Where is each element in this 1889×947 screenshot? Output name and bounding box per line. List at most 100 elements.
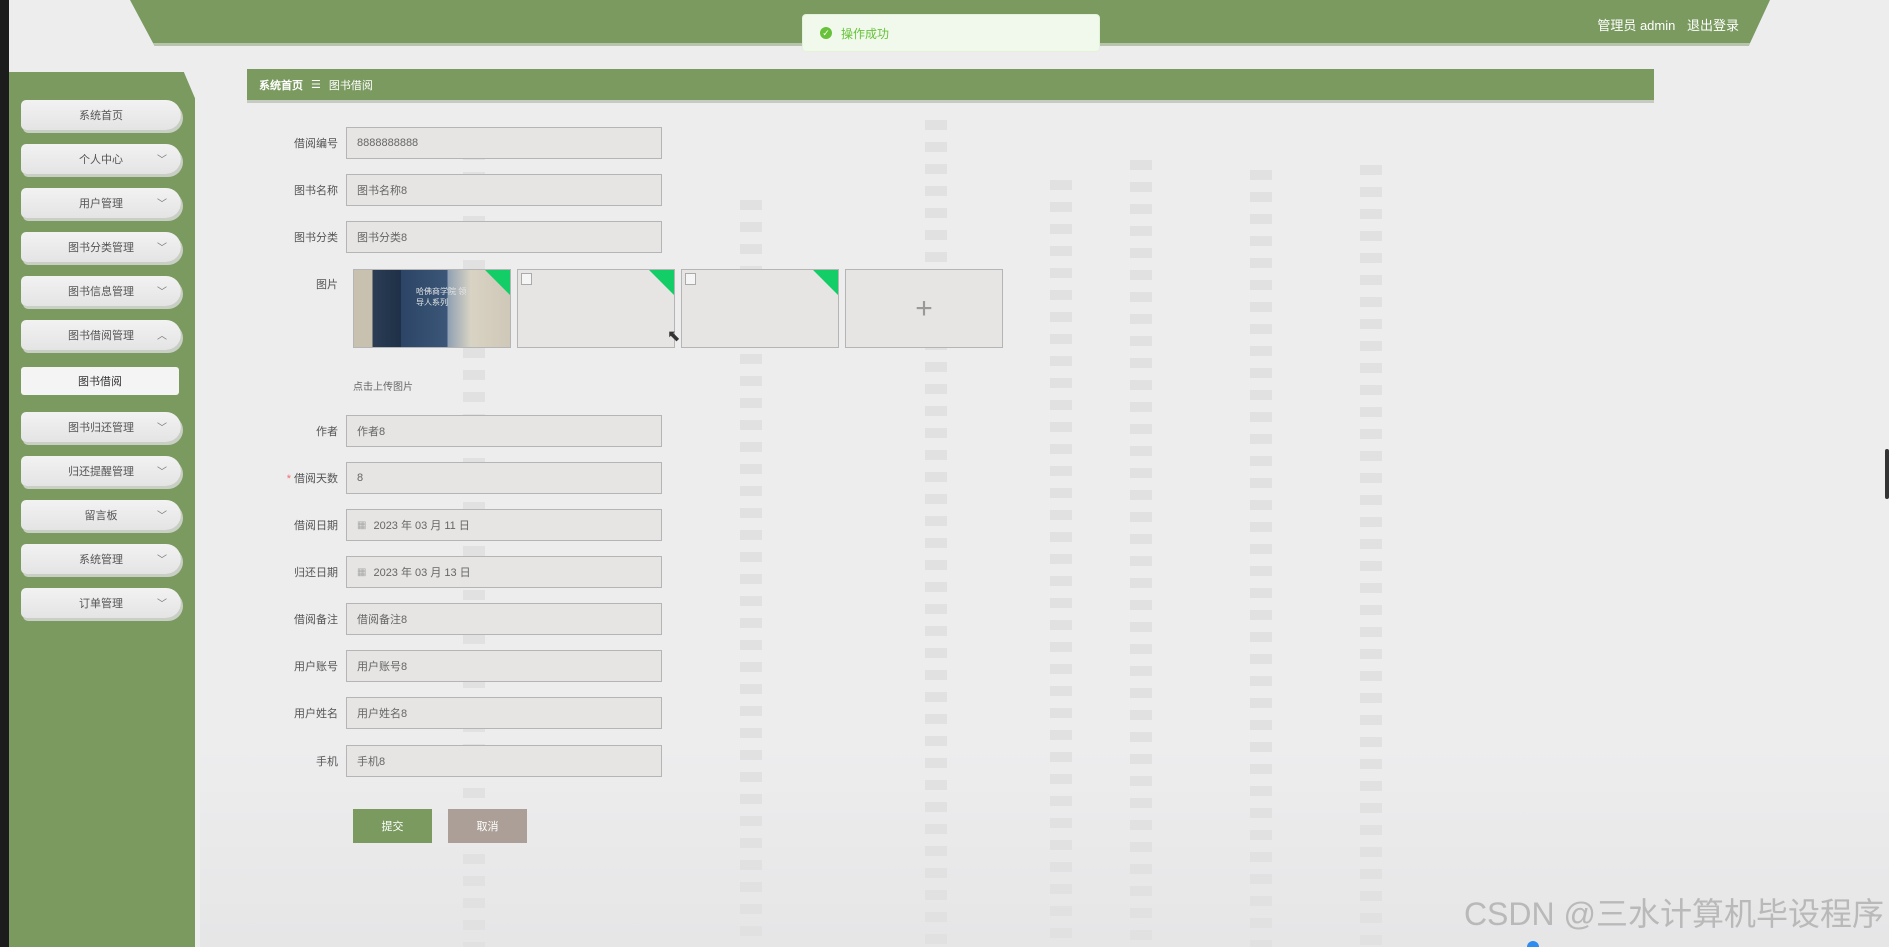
required-mark: *	[286, 473, 291, 485]
return-date-picker[interactable]: ▦ 2023 年 03 月 13 日	[346, 556, 662, 588]
sidebar-item-label: 系统首页	[79, 110, 123, 122]
calendar-icon: ▦	[357, 566, 367, 578]
breadcrumb-separator-icon: ☰	[311, 79, 321, 91]
sidebar-item-book-info[interactable]: 图书信息管理 ﹀	[21, 276, 181, 306]
chevron-down-icon: ﹀	[157, 467, 167, 478]
uploaded-image-3[interactable]	[681, 269, 839, 348]
sidebar-item-label: 图书归还管理	[68, 422, 134, 434]
borrow-note-label: 借阅备注	[294, 614, 338, 626]
borrow-note-input[interactable]: 借阅备注8	[346, 603, 662, 635]
form-row-borrow-no: 借阅编号 8888888888	[260, 127, 662, 159]
sidebar-item-label: 系统管理	[79, 554, 123, 566]
sidebar-item-label: 图书信息管理	[68, 286, 134, 298]
window-edge	[0, 0, 9, 947]
images-label: 图片	[316, 279, 338, 291]
form-row-borrow-days: * 借阅天数 8	[260, 462, 662, 494]
broken-image-icon	[521, 273, 532, 285]
book-category-label: 图书分类	[294, 232, 338, 244]
borrow-days-label: * 借阅天数	[260, 470, 346, 486]
sidebar-item-profile[interactable]: 个人中心 ﹀	[21, 144, 181, 174]
chevron-down-icon: ﹀	[157, 555, 167, 566]
plus-icon: +	[915, 291, 933, 325]
uploaded-image-2[interactable]	[517, 269, 675, 348]
watermark: CSDN @三水计算机毕设程序	[1463, 896, 1884, 932]
chevron-down-icon: ﹀	[157, 599, 167, 610]
sidebar: 系统首页 个人中心 ﹀ 用户管理 ﹀ 图书分类管理 ﹀ 图书信息管理 ﹀ 图书借…	[9, 72, 195, 947]
form-row-borrow-note: 借阅备注 借阅备注8	[260, 603, 662, 635]
breadcrumb-current: 图书借阅	[328, 79, 373, 92]
borrow-date-label: 借阅日期	[294, 520, 338, 532]
author-label: 作者	[316, 426, 338, 438]
sidebar-item-label: 留言板	[84, 510, 118, 522]
book-name-label: 图书名称	[294, 185, 338, 197]
user-name-label: 用户姓名	[294, 708, 338, 720]
admin-label: 管理员 admin	[1597, 18, 1676, 33]
phone-input[interactable]: 手机8	[346, 745, 662, 777]
book-cover-image	[354, 270, 510, 347]
borrow-date-picker[interactable]: ▦ 2023 年 03 月 11 日	[346, 509, 662, 541]
phone-label: 手机	[316, 756, 338, 768]
sidebar-item-label: 个人中心	[79, 154, 123, 166]
chevron-down-icon: ﹀	[157, 511, 167, 522]
user-account-input[interactable]: 用户账号8	[346, 650, 662, 682]
borrow-no-input[interactable]: 8888888888	[346, 127, 662, 159]
check-circle-icon: ✓	[820, 27, 832, 39]
user-name-input[interactable]: 用户姓名8	[346, 697, 662, 729]
sidebar-item-book-category[interactable]: 图书分类管理 ﹀	[21, 232, 181, 262]
sidebar-item-label: 归还提醒管理	[68, 466, 134, 478]
chevron-down-icon: ﹀	[157, 199, 167, 210]
sidebar-item-label: 用户管理	[79, 198, 123, 210]
form-row-book-name: 图书名称 图书名称8	[260, 174, 662, 206]
submit-button[interactable]: 提交	[353, 809, 432, 843]
borrow-no-label: 借阅编号	[294, 138, 338, 150]
borrow-date-value: 2023 年 03 月 11 日	[373, 520, 470, 532]
header-user-area: 管理员 admin 退出登录	[1589, 15, 1739, 34]
sidebar-item-orders[interactable]: 订单管理 ﹀	[21, 588, 181, 618]
cancel-button[interactable]: 取消	[448, 809, 527, 843]
sidebar-item-return-management[interactable]: 图书归还管理 ﹀	[21, 412, 181, 442]
mouse-cursor-icon: ⬉	[667, 328, 681, 345]
scrollbar-handle[interactable]	[1885, 449, 1889, 499]
book-cover-text: 哈佛商学院 领导人系列	[416, 287, 467, 307]
chevron-down-icon: ﹀	[157, 155, 167, 166]
user-account-label: 用户账号	[294, 661, 338, 673]
calendar-icon: ▦	[357, 519, 367, 531]
form-row-return-date: 归还日期 ▦ 2023 年 03 月 13 日	[260, 556, 662, 588]
sidebar-item-label: 图书借阅	[78, 376, 122, 388]
add-image-button[interactable]: +	[845, 269, 1003, 348]
sidebar-item-system[interactable]: 系统管理 ﹀	[21, 544, 181, 574]
logout-link[interactable]: 退出登录	[1687, 18, 1739, 33]
chevron-down-icon: ﹀	[157, 287, 167, 298]
upload-success-flag	[647, 270, 674, 297]
sidebar-item-reminder[interactable]: 归还提醒管理 ﹀	[21, 456, 181, 486]
breadcrumb-home[interactable]: 系统首页	[259, 77, 303, 93]
sidebar-subitem-borrow[interactable]: 图书借阅	[21, 367, 179, 395]
broken-image-icon	[685, 273, 696, 285]
return-date-value: 2023 年 03 月 13 日	[373, 567, 471, 579]
form-row-user-account: 用户账号 用户账号8	[260, 650, 662, 682]
borrow-days-label-text: 借阅天数	[294, 473, 338, 485]
sidebar-item-label: 图书分类管理	[68, 242, 134, 254]
book-category-input[interactable]: 图书分类8	[346, 221, 662, 253]
borrow-days-input[interactable]: 8	[346, 462, 662, 494]
sidebar-item-borrow-management[interactable]: 图书借阅管理 ︿	[21, 320, 181, 350]
breadcrumb: 系统首页 ☰ 图书借阅	[247, 69, 1654, 103]
sidebar-item-users[interactable]: 用户管理 ﹀	[21, 188, 181, 218]
form-row-author: 作者 作者8	[260, 415, 662, 447]
chevron-down-icon: ﹀	[157, 423, 167, 434]
upload-success-flag	[811, 270, 838, 297]
sidebar-item-message-board[interactable]: 留言板 ﹀	[21, 500, 181, 530]
blue-dot-icon	[1527, 941, 1539, 947]
sidebar-item-home[interactable]: 系统首页	[21, 100, 181, 130]
form-row-book-category: 图书分类 图书分类8	[260, 221, 662, 253]
form-row-user-name: 用户姓名 用户姓名8	[260, 697, 662, 729]
sidebar-item-label: 图书借阅管理	[68, 330, 134, 342]
book-name-input[interactable]: 图书名称8	[346, 174, 662, 206]
uploaded-image-1[interactable]: 哈佛商学院 领导人系列	[353, 269, 511, 348]
author-input[interactable]: 作者8	[346, 415, 662, 447]
toast-message: 操作成功	[841, 26, 890, 41]
sidebar-item-label: 订单管理	[79, 598, 123, 610]
success-toast: ✓ 操作成功	[802, 14, 1100, 52]
form-row-borrow-date: 借阅日期 ▦ 2023 年 03 月 11 日	[260, 509, 662, 541]
return-date-label: 归还日期	[294, 567, 338, 579]
